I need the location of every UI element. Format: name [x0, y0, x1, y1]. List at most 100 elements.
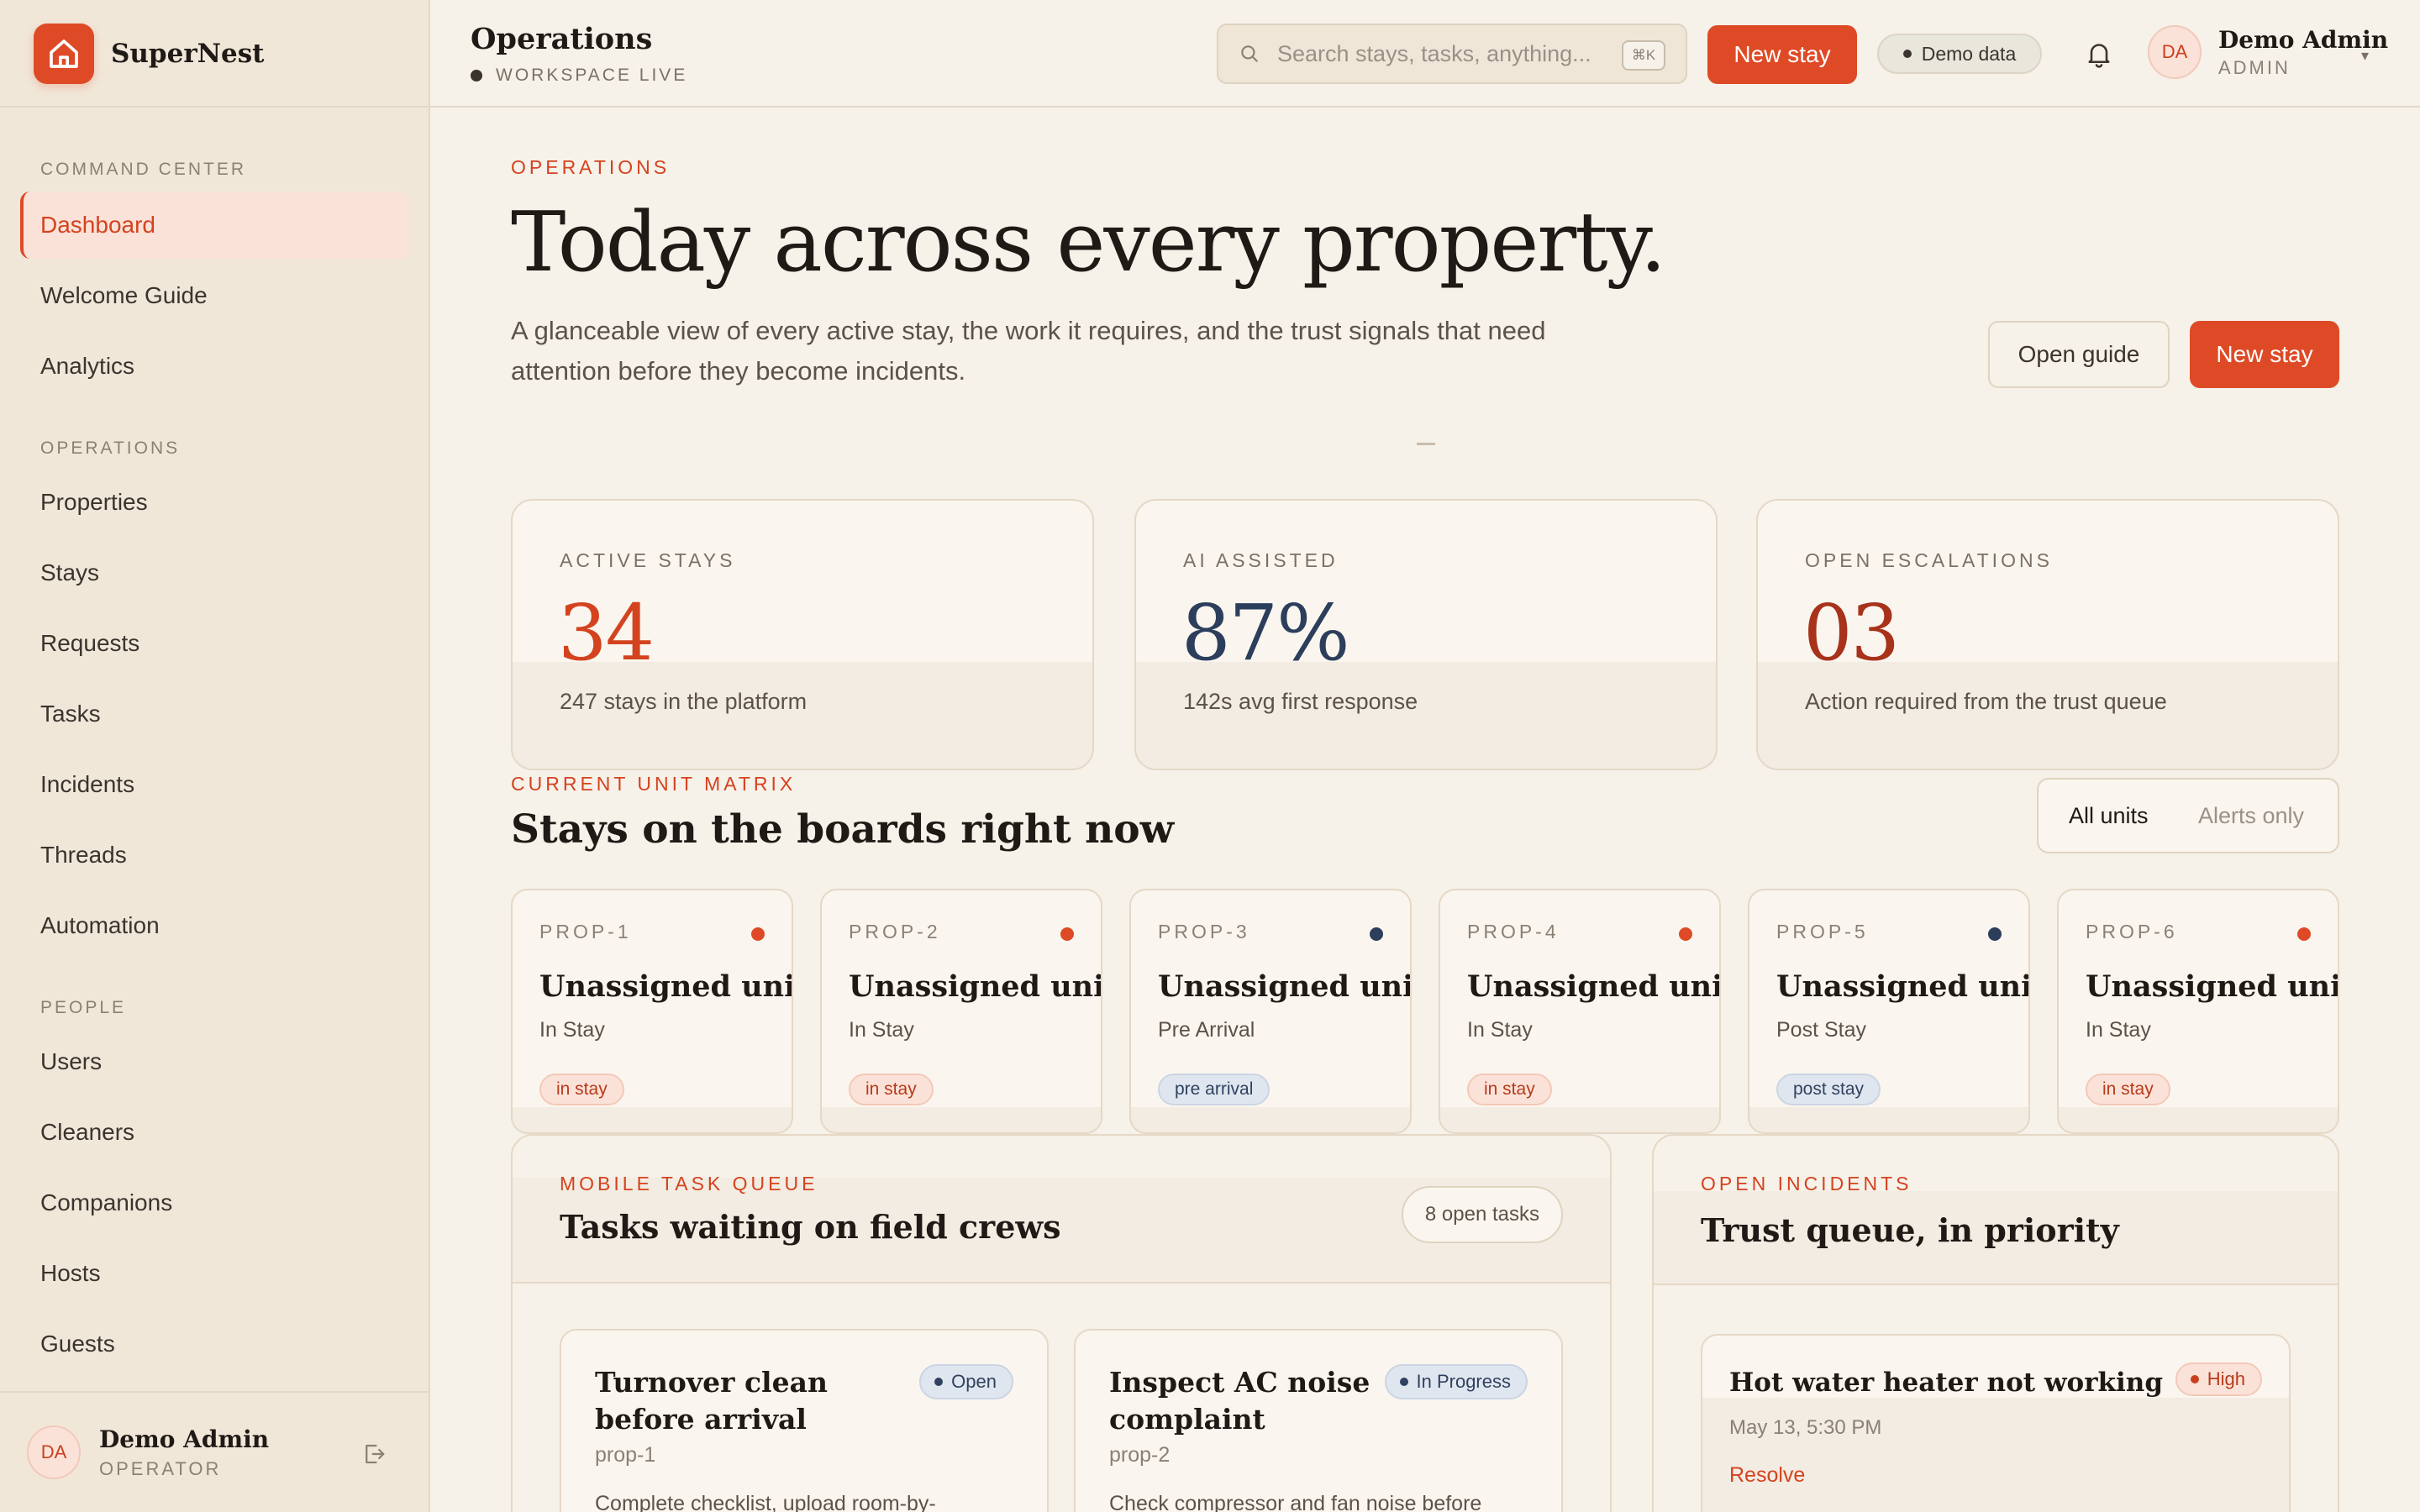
incident-time: May 13, 5:30 PM — [1729, 1416, 1882, 1439]
stat-label: ACTIVE STAYS — [560, 549, 736, 571]
logout-icon[interactable] — [361, 1441, 387, 1467]
status-dot-icon — [1902, 50, 1912, 58]
status-dot-icon — [2190, 1375, 2199, 1383]
task-title: Turnover clean before arrival — [595, 1366, 828, 1436]
unit-card[interactable]: PROP-1 Unassigned unit In Stay in stay — [511, 889, 793, 1134]
panel-eyebrow: MOBILE TASK QUEUE — [560, 1173, 818, 1194]
task-queue-panel: MOBILE TASK QUEUE Tasks waiting on field… — [511, 1134, 1612, 1512]
unit-name: Unassigned unit — [539, 969, 793, 1004]
unit-status: Post Stay — [1776, 1018, 1866, 1042]
task-card[interactable]: Inspect AC noise complaint In Progress p… — [1074, 1329, 1563, 1512]
sidebar-item-cleaners[interactable]: Cleaners — [20, 1099, 408, 1166]
stat-caption: Action required from the trust queue — [1805, 689, 2167, 714]
new-stay-button[interactable]: New stay — [1707, 25, 1857, 84]
sidebar-item-guests[interactable]: Guests — [20, 1310, 408, 1378]
brand-name: SuperNest — [111, 39, 265, 69]
unit-status-badge: in stay — [539, 1074, 624, 1105]
unit-status: Pre Arrival — [1158, 1018, 1255, 1042]
user-menu[interactable]: DA Demo Admin ADMIN — [2148, 25, 2388, 79]
panel-title: Trust queue, in priority — [1701, 1211, 2119, 1249]
unit-card[interactable]: PROP-6 Unassigned unit In Stay in stay — [2057, 889, 2339, 1134]
nav-section-people: PEOPLE — [40, 998, 127, 1017]
sidebar-item-requests[interactable]: Requests — [20, 610, 408, 677]
unit-card[interactable]: PROP-4 Unassigned unit In Stay in stay — [1439, 889, 1721, 1134]
open-guide-button[interactable]: Open guide — [1988, 321, 2170, 388]
hero-title: Today across every property. — [511, 195, 1666, 291]
nav-section-command-center: COMMAND CENTER — [40, 160, 246, 179]
unit-name: Unassigned unit — [1158, 969, 1412, 1004]
stat-card-active-stays: ACTIVE STAYS 34 247 stays in the platfor… — [511, 499, 1094, 770]
stat-caption: 142s avg first response — [1183, 689, 1418, 714]
sidebar-item-companions[interactable]: Companions — [20, 1169, 408, 1236]
chevron-down-icon[interactable]: ▾ — [2361, 47, 2369, 65]
demo-data-label: Demo data — [1921, 42, 2017, 65]
open-tasks-count[interactable]: 8 open tasks — [1401, 1186, 1563, 1243]
filter-alerts-only[interactable]: Alerts only — [2198, 803, 2304, 829]
unit-filter-toggle: All units Alerts only — [2037, 778, 2339, 853]
sidebar-user: DA Demo Admin OPERATOR — [0, 1391, 429, 1512]
stat-card-open-escalations: OPEN ESCALATIONS 03 Action required from… — [1756, 499, 2339, 770]
sidebar-item-analytics[interactable]: Analytics — [20, 333, 408, 400]
priority-label: High — [2207, 1368, 2245, 1389]
unit-card[interactable]: PROP-5 Unassigned unit Post Stay post st… — [1748, 889, 2030, 1134]
task-status-label: In Progress — [1416, 1371, 1512, 1392]
unit-code: PROP-5 — [1776, 921, 1869, 942]
unit-name: Unassigned unit — [1776, 969, 2030, 1004]
stat-card-ai-assisted: AI ASSISTED 87% 142s avg first response — [1134, 499, 1718, 770]
task-description: Check compressor and fan noise before — [1109, 1492, 1482, 1512]
unit-alert-dot-icon — [1679, 927, 1692, 941]
unit-status-badge: in stay — [849, 1074, 934, 1105]
sidebar-item-welcome-guide[interactable]: Welcome Guide — [20, 262, 408, 329]
nav-section-operations: OPERATIONS — [40, 438, 181, 458]
stat-caption: 247 stays in the platform — [560, 689, 808, 714]
unit-alert-dot-icon — [2297, 927, 2311, 941]
stat-value: 34 — [558, 588, 655, 678]
resolve-link[interactable]: Resolve — [1729, 1463, 1805, 1488]
sidebar-item-incidents[interactable]: Incidents — [20, 751, 408, 818]
stat-label: AI ASSISTED — [1183, 549, 1339, 571]
sidebar-item-threads[interactable]: Threads — [20, 822, 408, 889]
incidents-panel: OPEN INCIDENTS Trust queue, in priority … — [1652, 1134, 2339, 1512]
divider — [1417, 443, 1435, 445]
divider — [0, 106, 429, 108]
status-dot-icon — [471, 70, 482, 81]
brand[interactable]: SuperNest — [34, 23, 265, 85]
hero-new-stay-button[interactable]: New stay — [2190, 321, 2339, 388]
sidebar-item-users[interactable]: Users — [20, 1028, 408, 1095]
home-logo-icon — [34, 24, 94, 84]
sidebar: SuperNest COMMAND CENTER Dashboard Welco… — [0, 0, 430, 1512]
stat-label: OPEN ESCALATIONS — [1805, 549, 2053, 571]
sidebar-item-automation[interactable]: Automation — [20, 892, 408, 959]
sidebar-user-name: Demo Admin — [99, 1425, 270, 1453]
unit-alert-dot-icon — [751, 927, 765, 941]
page-title: Operations — [471, 22, 653, 56]
sidebar-user-role: OPERATOR — [99, 1457, 222, 1479]
search-icon — [1241, 45, 1258, 62]
unit-code: PROP-3 — [1158, 921, 1250, 942]
top-bar: Operations WORKSPACE LIVE Search stays, … — [430, 0, 2420, 108]
sidebar-item-dashboard[interactable]: Dashboard — [20, 192, 408, 259]
demo-data-badge[interactable]: Demo data — [1877, 34, 2042, 74]
panel-title: Tasks waiting on field crews — [560, 1208, 1061, 1246]
task-property: prop-1 — [595, 1443, 656, 1467]
unit-code: PROP-4 — [1467, 921, 1560, 942]
sidebar-item-tasks[interactable]: Tasks — [20, 680, 408, 748]
unit-status-dot-icon — [1988, 927, 2002, 941]
stat-value: 87% — [1181, 588, 1349, 678]
sidebar-item-hosts[interactable]: Hosts — [20, 1240, 408, 1307]
avatar[interactable]: DA — [27, 1425, 81, 1479]
sidebar-item-properties[interactable]: Properties — [20, 469, 408, 536]
filter-all-units[interactable]: All units — [2069, 803, 2149, 829]
bell-icon[interactable] — [2084, 38, 2114, 70]
incident-card[interactable]: Hot water heater not working High May 13… — [1701, 1334, 2291, 1512]
hero-eyebrow: OPERATIONS — [511, 156, 671, 178]
unit-card[interactable]: PROP-3 Unassigned unit Pre Arrival pre a… — [1129, 889, 1412, 1134]
task-title: Inspect AC noise complaint — [1109, 1366, 1370, 1436]
unit-code: PROP-6 — [2086, 921, 2178, 942]
search-input[interactable]: Search stays, tasks, anything... ⌘K — [1217, 24, 1687, 84]
task-property: prop-2 — [1109, 1443, 1171, 1467]
unit-alert-dot-icon — [1060, 927, 1074, 941]
unit-card[interactable]: PROP-2 Unassigned unit In Stay in stay — [820, 889, 1102, 1134]
sidebar-item-stays[interactable]: Stays — [20, 539, 408, 606]
task-card[interactable]: Turnover clean before arrival Open prop-… — [560, 1329, 1049, 1512]
